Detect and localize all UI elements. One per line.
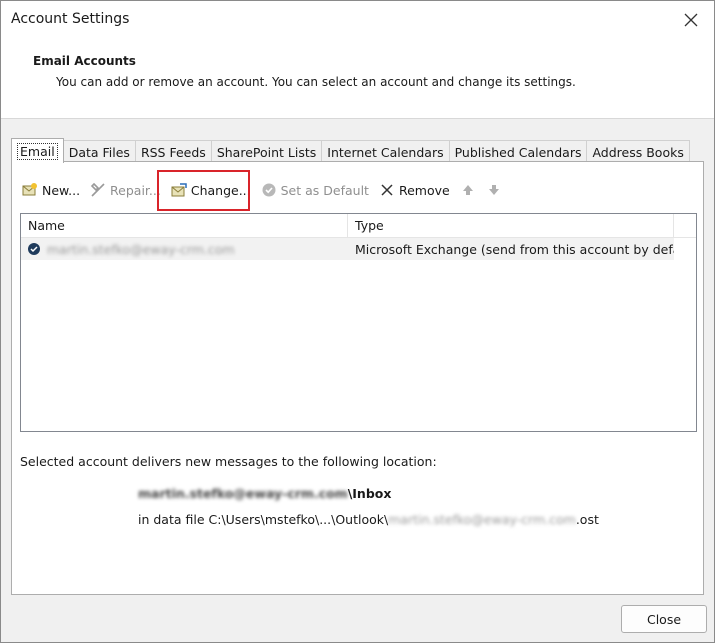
remove-x-icon (379, 182, 395, 198)
account-list[interactable]: Name Type martin.stefko@eway-crm.com Mic… (20, 213, 697, 432)
new-button[interactable]: New... (22, 179, 80, 201)
close-button[interactable]: Close (621, 605, 707, 633)
repair-button[interactable]: Repair... (90, 179, 161, 201)
delivery-folder: \Inbox (347, 486, 392, 501)
tab-address-books[interactable]: Address Books (586, 140, 690, 163)
arrow-down-icon (486, 182, 502, 198)
delivery-location: martin.stefko@eway-crm.com\Inbox (138, 486, 391, 501)
set-default-button[interactable]: Set as Default (261, 179, 369, 201)
move-down-button[interactable] (486, 179, 506, 201)
account-settings-dialog: Account Settings Email Accounts You can … (0, 0, 715, 643)
account-name: martin.stefko@eway-crm.com (47, 241, 235, 257)
close-icon[interactable] (678, 7, 704, 33)
default-account-check-icon (27, 242, 41, 256)
change-button-highlight (157, 170, 250, 211)
dialog-header: Email Accounts You can add or remove an … (1, 39, 714, 119)
check-circle-icon (261, 182, 277, 198)
email-tab-panel: New... Repair... Change... Set as Defaul… (11, 161, 704, 595)
header-description: You can add or remove an account. You ca… (56, 75, 576, 89)
column-header-type[interactable]: Type (348, 214, 674, 237)
delivery-account: martin.stefko@eway-crm.com (138, 486, 348, 501)
arrow-up-icon (460, 182, 476, 198)
header-title: Email Accounts (33, 54, 136, 68)
remove-label: Remove (398, 182, 450, 198)
tab-published-calendars[interactable]: Published Calendars (448, 140, 588, 163)
data-file-prefix: in data file C:\Users\mstefko\...\Outloo… (138, 512, 389, 527)
tab-email[interactable]: Email (11, 138, 64, 163)
tab-strip: Email Data Files RSS Feeds SharePoint Li… (11, 138, 690, 163)
column-header-name[interactable]: Name (21, 214, 348, 237)
tab-rss-feeds[interactable]: RSS Feeds (134, 140, 212, 163)
data-file-ext: .ost (575, 512, 599, 527)
tab-sharepoint-lists[interactable]: SharePoint Lists (210, 140, 323, 163)
list-header: Name Type (21, 214, 696, 238)
move-up-button[interactable] (460, 179, 480, 201)
remove-button[interactable]: Remove (379, 179, 450, 201)
account-type: Microsoft Exchange (send from this accou… (355, 241, 674, 257)
data-file-account: martin.stefko@eway-crm.com (388, 512, 576, 527)
delivery-data-file: in data file C:\Users\mstefko\...\Outloo… (138, 512, 599, 527)
delivery-label: Selected account delivers new messages t… (20, 454, 437, 469)
account-toolbar: New... Repair... Change... Set as Defaul… (22, 179, 516, 201)
tab-data-files[interactable]: Data Files (62, 140, 136, 163)
new-account-icon (22, 182, 38, 198)
repair-icon (90, 182, 106, 198)
new-label: New... (42, 182, 81, 198)
tab-internet-calendars[interactable]: Internet Calendars (321, 140, 450, 163)
repair-label: Repair... (110, 182, 161, 198)
window-title: Account Settings (11, 11, 130, 27)
set-default-label: Set as Default (280, 182, 369, 198)
table-row[interactable]: martin.stefko@eway-crm.com Microsoft Exc… (21, 238, 674, 260)
title-bar: Account Settings (1, 1, 714, 39)
